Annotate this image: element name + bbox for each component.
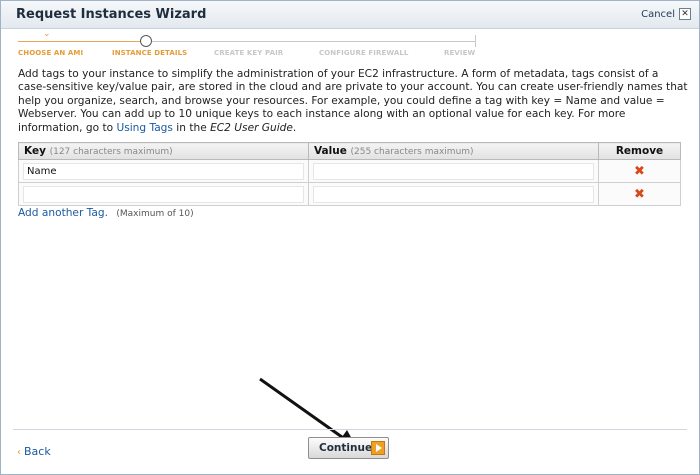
titlebar: Request Instances Wizard Cancel ✕ — [1, 1, 699, 29]
wizard-steps: ⌄ CHOOSE AN AMI INSTANCE DETAILS CREATE … — [1, 29, 699, 63]
tags-table: Key (127 characters maximum) Value (255 … — [18, 142, 681, 206]
step-create-key-pair: CREATE KEY PAIR — [214, 49, 284, 57]
continue-button[interactable]: Continue — [308, 437, 389, 459]
table-row: ✖ — [18, 159, 681, 183]
add-tag-hint: (Maximum of 10) — [116, 209, 194, 219]
remove-cell: ✖ — [598, 182, 681, 206]
step-choose-ami: CHOOSE AN AMI — [18, 49, 84, 57]
description-middle: in the — [172, 121, 211, 134]
back-chevron-icon: ‹ — [17, 447, 21, 458]
value-cell — [308, 159, 599, 183]
table-header-row: Key (127 characters maximum) Value (255 … — [18, 142, 681, 160]
value-cell — [308, 182, 599, 206]
user-guide-title: EC2 User Guide — [210, 121, 293, 134]
cancel-link[interactable]: Cancel — [641, 9, 675, 20]
using-tags-link[interactable]: Using Tags — [116, 122, 172, 134]
key-header-hint: (127 characters maximum) — [49, 147, 173, 157]
value-header-label: Value — [314, 145, 347, 157]
back-button[interactable]: ‹ Back — [17, 445, 51, 458]
continue-label: Continue — [319, 442, 373, 454]
tag-value-input[interactable] — [313, 185, 594, 203]
step-current-marker-icon — [140, 35, 152, 47]
close-icon[interactable]: ✕ — [679, 8, 691, 20]
step-done-chevron-icon: ⌄ — [43, 29, 51, 39]
key-cell — [18, 182, 309, 206]
continue-arrow-icon — [371, 441, 385, 455]
tag-key-input[interactable] — [23, 185, 304, 203]
tag-key-input[interactable] — [23, 162, 304, 180]
key-header-label: Key — [24, 145, 46, 157]
footer-divider — [13, 429, 687, 430]
table-row: ✖ — [18, 182, 681, 206]
value-header-hint: (255 characters maximum) — [350, 147, 474, 157]
description-end: . — [292, 121, 297, 134]
wizard-title: Request Instances Wizard — [16, 7, 207, 22]
back-label: Back — [24, 445, 51, 458]
tag-value-input[interactable] — [313, 162, 594, 180]
step-end-tick — [475, 35, 476, 47]
step-track-progress — [18, 41, 146, 42]
key-column-header: Key (127 characters maximum) — [18, 142, 309, 160]
step-review: REVIEW — [444, 49, 476, 57]
value-column-header: Value (255 characters maximum) — [308, 142, 599, 160]
remove-x-icon[interactable]: ✖ — [634, 187, 645, 202]
remove-column-header: Remove — [598, 142, 681, 160]
step-configure-firewall: CONFIGURE FIREWALL — [319, 49, 409, 57]
request-instances-wizard: Request Instances Wizard Cancel ✕ ⌄ CHOO… — [0, 0, 700, 475]
remove-cell: ✖ — [598, 159, 681, 183]
step-instance-details: INSTANCE DETAILS — [112, 49, 188, 57]
add-another-tag-link[interactable]: Add another Tag. — [18, 207, 108, 219]
key-cell — [18, 159, 309, 183]
tags-description: Add tags to your instance to simplify th… — [18, 68, 688, 135]
remove-x-icon[interactable]: ✖ — [634, 164, 645, 179]
add-tag-row: Add another Tag. (Maximum of 10) — [18, 207, 194, 219]
